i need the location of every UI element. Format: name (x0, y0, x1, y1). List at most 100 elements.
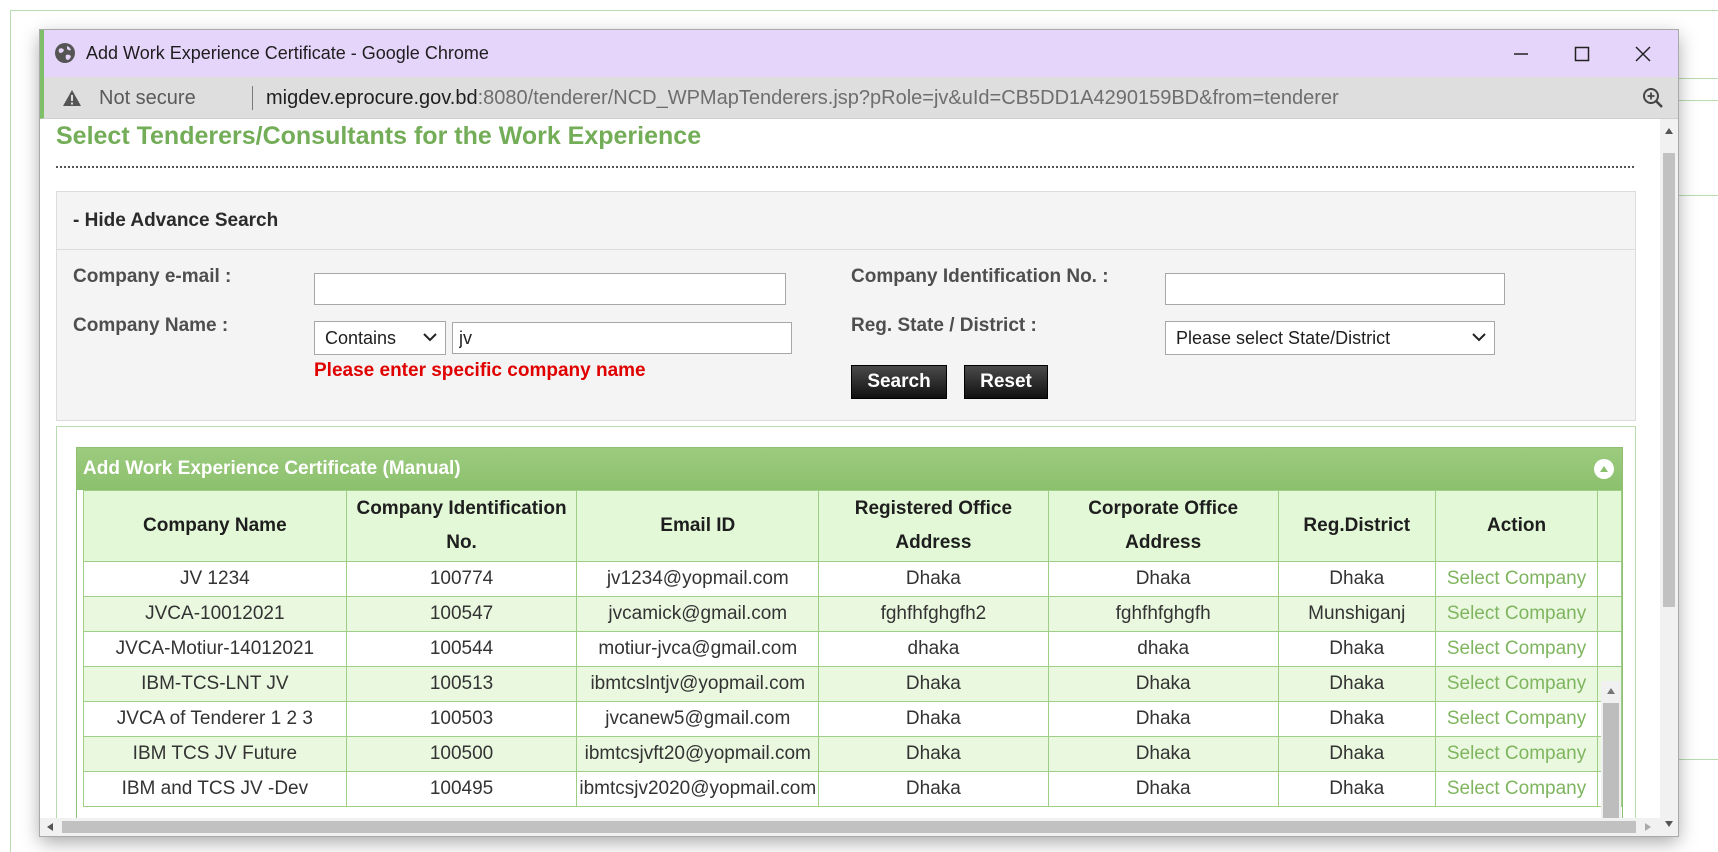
match-mode-select[interactable]: Contains (314, 321, 446, 355)
results-table: Company Name Company Identification No. … (83, 490, 1622, 807)
close-button[interactable] (1608, 30, 1678, 77)
select-company-link[interactable]: Select Company (1434, 561, 1599, 597)
cell-company-id: 100500 (345, 736, 578, 772)
cell-email: jvcanew5@gmail.com (576, 701, 820, 737)
url-path: :8080/tenderer/NCD_WPMapTenderers.jsp?pR… (477, 87, 1339, 109)
column-header[interactable]: Corporate Office Address (1047, 490, 1279, 562)
company-identification-label: Company Identification No. : (851, 266, 1109, 287)
scroll-up-arrow-icon[interactable] (1664, 127, 1674, 135)
cell-registered-address: Dhaka (818, 701, 1049, 737)
cell-reg-district: Dhaka (1277, 561, 1436, 597)
not-secure-label[interactable]: Not secure (99, 87, 196, 110)
cell-corporate-address: Dhaka (1047, 666, 1279, 702)
row-spacer (1597, 596, 1622, 632)
page-title: Select Tenderers/Consultants for the Wor… (56, 122, 702, 150)
table-row: IBM-TCS-LNT JV 100513 ibmtcslntjv@yopmai… (83, 666, 1622, 702)
cell-company-name: JV 1234 (83, 561, 347, 597)
page-vertical-scrollbar[interactable] (1660, 119, 1678, 836)
table-row: JV 1234 100774 jv1234@yopmail.com Dhaka … (83, 561, 1622, 597)
maximize-button[interactable] (1547, 30, 1617, 77)
column-header[interactable]: Action (1434, 490, 1599, 562)
table-row: JVCA-Motiur-14012021 100544 motiur-jvca@… (83, 631, 1622, 667)
cell-company-id: 100495 (345, 771, 578, 807)
select-company-link[interactable]: Select Company (1434, 701, 1599, 737)
popup-window: Add Work Experience Certificate - Google… (40, 30, 1678, 836)
address-divider (252, 86, 253, 110)
reset-button[interactable]: Reset (964, 365, 1048, 399)
cell-registered-address: Dhaka (818, 771, 1049, 807)
select-company-link[interactable]: Select Company (1434, 666, 1599, 702)
column-header[interactable]: Reg.District (1277, 490, 1436, 562)
reg-district-label: Reg. State / District : (851, 315, 1037, 336)
reg-district-value: Please select State/District (1176, 327, 1391, 348)
chevron-down-icon (423, 333, 437, 342)
cell-company-id: 100544 (345, 631, 578, 667)
company-identification-input[interactable] (1165, 273, 1505, 305)
cell-email: jv1234@yopmail.com (576, 561, 820, 597)
column-header[interactable]: Email ID (576, 490, 820, 562)
cell-corporate-address: Dhaka (1047, 701, 1279, 737)
company-name-error: Please enter specific company name (314, 360, 646, 381)
company-email-input[interactable] (314, 273, 786, 305)
grid-scrollbar-thumb[interactable] (1603, 703, 1619, 836)
cell-email: motiur-jvca@gmail.com (576, 631, 820, 667)
url-text[interactable]: migdev.eprocure.gov.bd:8080/tenderer/NCD… (266, 87, 1339, 110)
title-bar[interactable]: Add Work Experience Certificate - Google… (40, 30, 1678, 77)
cell-registered-address: fghfhfghgfh2 (818, 596, 1049, 632)
cell-reg-district: Dhaka (1277, 631, 1436, 667)
collapse-grid-button[interactable] (1594, 459, 1614, 479)
background-divider (1675, 78, 1718, 79)
select-company-link[interactable]: Select Company (1434, 596, 1599, 632)
cell-company-id: 100774 (345, 561, 578, 597)
minimize-icon (1514, 52, 1528, 55)
cell-registered-address: Dhaka (818, 561, 1049, 597)
table-row: JVCA-10012021 100547 jvcamick@gmail.com … (83, 596, 1622, 632)
title-divider (56, 166, 1634, 168)
page-horizontal-scrollbar[interactable] (40, 818, 1660, 836)
hide-advance-search-toggle[interactable]: - Hide Advance Search (73, 210, 278, 232)
scroll-down-arrow-icon[interactable] (1664, 820, 1674, 828)
cell-company-id: 100513 (345, 666, 578, 702)
scroll-up-arrow-icon[interactable] (1606, 687, 1616, 695)
cell-reg-district: Dhaka (1277, 771, 1436, 807)
cell-company-name: IBM-TCS-LNT JV (83, 666, 347, 702)
maximize-icon (1574, 46, 1590, 61)
cell-company-name: IBM and TCS JV -Dev (83, 771, 347, 807)
cell-registered-address: Dhaka (818, 736, 1049, 772)
column-header[interactable]: Company Name (83, 490, 347, 562)
cell-company-name: JVCA of Tenderer 1 2 3 (83, 701, 347, 737)
close-icon (1635, 45, 1651, 62)
table-row: IBM TCS JV Future 100500 ibmtcsjvft20@yo… (83, 736, 1622, 772)
page-scrollbar-thumb[interactable] (1663, 153, 1675, 607)
scroll-right-arrow-icon[interactable] (1644, 822, 1652, 832)
cell-corporate-address: fghfhfghgfh (1047, 596, 1279, 632)
company-name-input[interactable] (452, 322, 792, 354)
cell-reg-district: Dhaka (1277, 736, 1436, 772)
horizontal-scrollbar-thumb[interactable] (62, 821, 1636, 833)
advance-search-header: - Hide Advance Search (57, 192, 1635, 250)
minimize-button[interactable] (1486, 30, 1556, 77)
cell-email: ibmtcslntjv@yopmail.com (576, 666, 820, 702)
page-content: Select Tenderers/Consultants for the Wor… (40, 119, 1660, 836)
chevron-down-icon (1472, 333, 1486, 342)
company-name-label: Company Name : (73, 315, 229, 336)
warning-icon[interactable] (62, 89, 82, 107)
cell-company-name: IBM TCS JV Future (83, 736, 347, 772)
search-button[interactable]: Search (851, 365, 947, 399)
table-row: JVCA of Tenderer 1 2 3 100503 jvcanew5@g… (83, 701, 1622, 737)
results-grid: Add Work Experience Certificate (Manual)… (76, 447, 1623, 836)
globe-icon (55, 43, 75, 63)
address-bar[interactable]: Not secure migdev.eprocure.gov.bd:8080/t… (40, 77, 1678, 119)
cell-company-id: 100503 (345, 701, 578, 737)
column-header[interactable]: Company Identification No. (345, 490, 578, 562)
scroll-left-arrow-icon[interactable] (46, 822, 54, 832)
grid-vertical-scrollbar[interactable] (1601, 681, 1621, 836)
zoom-icon[interactable] (1642, 87, 1664, 109)
column-header[interactable]: Registered Office Address (818, 490, 1049, 562)
grid-caption-bar: Add Work Experience Certificate (Manual) (77, 448, 1622, 490)
select-company-link[interactable]: Select Company (1434, 736, 1599, 772)
select-company-link[interactable]: Select Company (1434, 771, 1599, 807)
select-company-link[interactable]: Select Company (1434, 631, 1599, 667)
reg-district-select[interactable]: Please select State/District (1165, 321, 1495, 355)
grid-caption: Add Work Experience Certificate (Manual) (83, 458, 461, 479)
